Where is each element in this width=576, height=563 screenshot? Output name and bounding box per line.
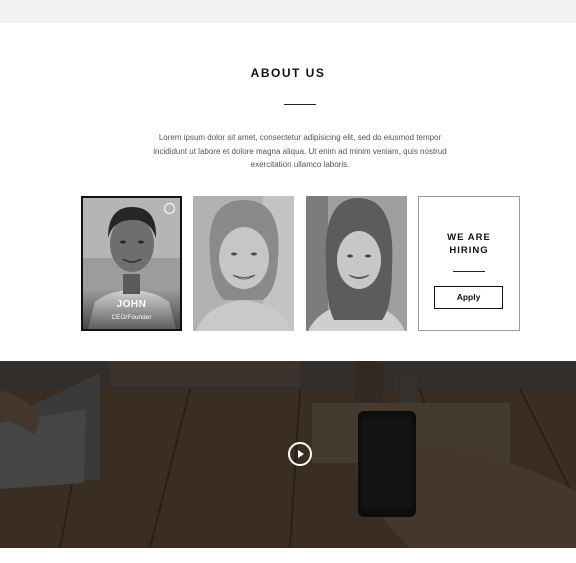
- team-card-3[interactable]: [306, 196, 407, 331]
- hiring-title-line-2: HIRING: [449, 245, 489, 256]
- section-title: ABOUT US: [250, 66, 326, 80]
- play-icon: [298, 450, 304, 458]
- team-photo-3: [306, 196, 407, 331]
- link-icon[interactable]: [164, 203, 175, 214]
- apply-button[interactable]: Apply: [434, 286, 503, 309]
- team-member-name: JOHN: [116, 299, 147, 310]
- bottom-bar: [0, 548, 576, 563]
- team-member-role: CEO/Founder: [111, 314, 152, 321]
- title-divider: [284, 104, 316, 105]
- hiring-title: WE ARE HIRING: [419, 231, 519, 257]
- team-card-john[interactable]: JOHN CEO/Founder: [81, 196, 182, 331]
- hiring-title-line-1: WE ARE: [447, 232, 491, 243]
- hiring-divider: [453, 271, 485, 272]
- top-bar: [0, 0, 576, 23]
- play-button[interactable]: [288, 442, 312, 466]
- intro-paragraph: Lorem ipsum dolor sit amet, consectetur …: [153, 133, 447, 169]
- video-banner[interactable]: [0, 361, 576, 548]
- hiring-card: WE ARE HIRING Apply: [418, 196, 520, 331]
- team-card-2[interactable]: [193, 196, 294, 331]
- team-photo-2: [193, 196, 294, 331]
